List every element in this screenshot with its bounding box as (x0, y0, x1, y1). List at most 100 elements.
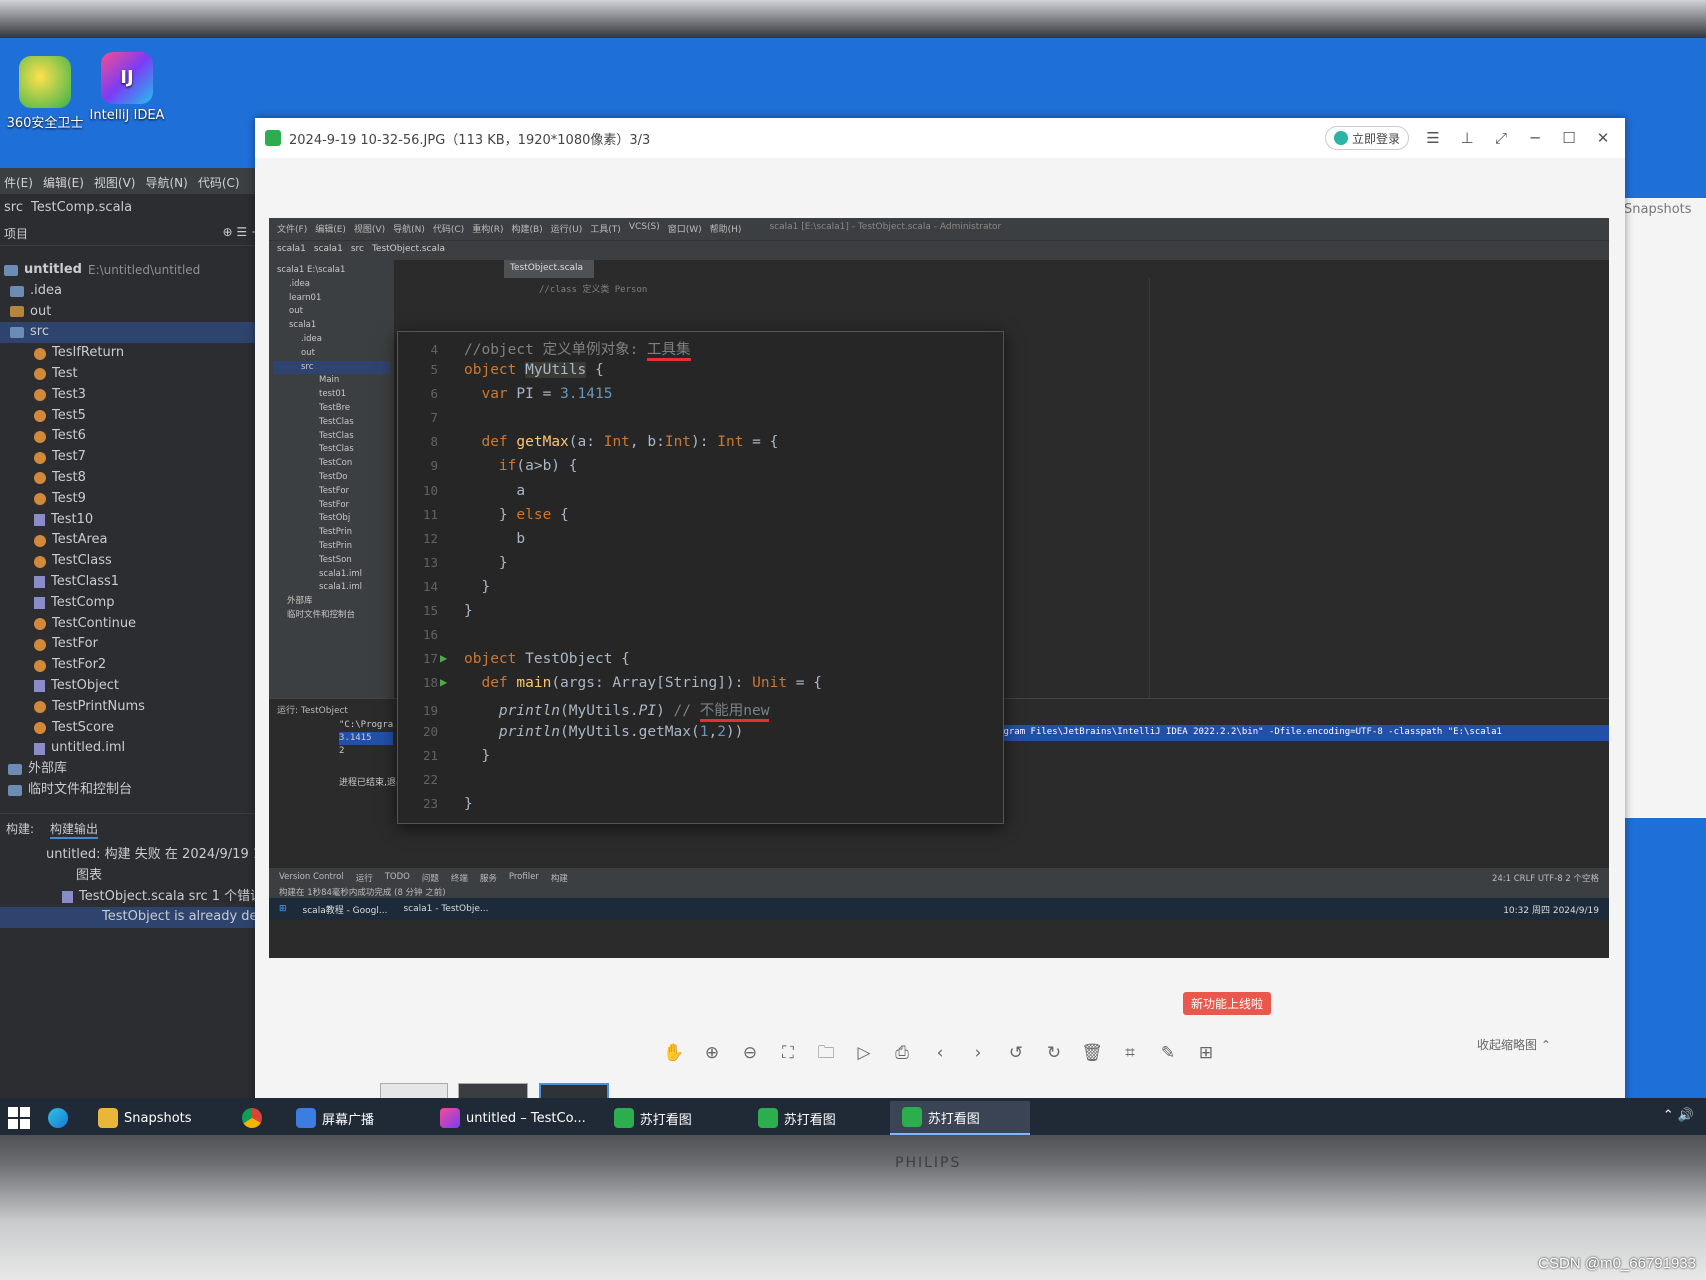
breadcrumb-item[interactable]: TestComp.scala (31, 200, 132, 215)
new-feature-badge[interactable]: 新功能上线啦 (1183, 992, 1272, 1015)
tree-item[interactable]: out (0, 302, 265, 323)
run-output-line: 3.1415 (339, 732, 394, 745)
prev-icon[interactable]: ‹ (928, 1041, 952, 1065)
code-line: 8 def getMax(a: Int, b:Int): Int = { (398, 434, 1003, 458)
monitor-bezel-top (0, 0, 1706, 40)
build-row-file[interactable]: TestObject.scala src 1 个错误 (0, 887, 265, 908)
tree-item[interactable]: Test3 (0, 385, 265, 406)
tree-item[interactable]: TestContinue (0, 614, 265, 635)
taskbar-button-label: 屏幕广播 (322, 1112, 375, 1128)
build-row-error[interactable]: TestObject is already defined (0, 907, 290, 929)
taskbar-button[interactable]: 苏打看图 (602, 1101, 742, 1135)
menu-item[interactable]: 代码(C) (198, 174, 240, 190)
inner-tree-item: scala1.iml (319, 582, 362, 593)
tree-item[interactable]: Test (0, 364, 265, 385)
taskbar-button[interactable]: untitled – TestCo... (428, 1101, 598, 1135)
login-button[interactable]: 立即登录 (1325, 126, 1410, 150)
build-row-failed[interactable]: untitled: 构建 失败 在 2024/9/19 11: (0, 845, 274, 866)
zoom-out-icon[interactable]: ⊖ (738, 1041, 762, 1065)
tree-item[interactable]: Test9 (0, 489, 265, 510)
run-command-line: =52324:C:\Program Files\JetBrains\Intell… (929, 725, 1609, 741)
delete-icon[interactable]: 🗑 (1080, 1041, 1104, 1065)
inner-menu-item: 视图(V) (353, 225, 386, 235)
line-number: 9 (430, 458, 438, 474)
taskbar-button[interactable]: 苏打看图 (889, 1101, 1030, 1135)
class-icon (34, 389, 46, 402)
tab-label: TestObject.scala (510, 263, 584, 273)
tree-item[interactable]: Test6 (0, 426, 265, 447)
tree-item[interactable]: Test10 (0, 510, 265, 531)
tree-item[interactable]: TestClass1 (0, 572, 265, 593)
print-icon[interactable]: ⎙ (890, 1041, 914, 1065)
menu-item[interactable]: 导航(N) (145, 174, 187, 190)
maximize-icon[interactable]: ☐ (1557, 126, 1581, 150)
windows-start-icon[interactable] (8, 1107, 30, 1129)
collapse-thumbnails-button[interactable]: 收起缩略图 ⌃ (1477, 1036, 1551, 1053)
edge-taskbar-button[interactable] (36, 1101, 80, 1135)
desktop-icon-360[interactable]: 360安全卫士 (0, 56, 90, 131)
menu-item[interactable]: 视图(V) (94, 174, 136, 190)
hand-icon[interactable]: ✋ (662, 1041, 686, 1065)
project-panel-title[interactable]: 项目 (4, 225, 28, 241)
tree-item[interactable]: TestComp (0, 593, 265, 614)
tree-item[interactable]: 临时文件和控制台 (0, 780, 265, 801)
pin-icon[interactable]: ⊥ (1455, 126, 1479, 150)
crop-icon[interactable]: ⌗ (1118, 1041, 1142, 1065)
code-text: } (464, 747, 491, 764)
rotate-right-icon[interactable]: ↻ (1042, 1041, 1066, 1065)
tree-item[interactable]: TestScore (0, 718, 265, 739)
rotate-left-icon[interactable]: ↺ (1004, 1041, 1028, 1065)
zoom-in-icon[interactable]: ⊕ (700, 1041, 724, 1065)
tree-item[interactable]: Test8 (0, 468, 265, 489)
tree-item[interactable]: TestFor2 (0, 655, 265, 676)
inner-menu-item: 构建(B) (511, 225, 543, 235)
code-line: 23} (398, 796, 1003, 820)
taskbar-button[interactable]: 屏幕广播 (284, 1101, 424, 1135)
tree-item[interactable]: src (0, 322, 265, 344)
inner-clock: 10:32 周四 2024/9/19 (1503, 905, 1599, 916)
build-output-tab[interactable]: 构建输出 (50, 820, 99, 839)
minimize-icon[interactable]: ─ (1523, 126, 1547, 150)
fullscreen-icon[interactable]: ⤢ (1489, 126, 1513, 150)
slideshow-icon[interactable]: ▷ (852, 1041, 876, 1065)
tree-item[interactable]: untitled E:\untitled\untitled (0, 260, 265, 281)
tree-item[interactable]: TestObject (0, 676, 265, 697)
menu-item[interactable]: 件(E) (4, 174, 33, 190)
build-row-chart[interactable]: 图表 (0, 866, 265, 887)
inner-status-bar: Version Control 运行 TODO 问题 终端 服务 Profiler 构建 24… (269, 868, 1609, 898)
tree-item[interactable]: 外部库 (0, 759, 265, 780)
taskbar-button[interactable]: Snapshots (86, 1101, 226, 1135)
tree-item[interactable]: .idea (0, 281, 265, 302)
code-line: 7 (398, 410, 1003, 434)
tree-item[interactable]: Test7 (0, 447, 265, 468)
run-gutter-icon[interactable]: ▶ (440, 675, 456, 689)
breadcrumb-item[interactable]: src (4, 200, 23, 215)
tree-item[interactable]: TestPrintNums (0, 697, 265, 718)
grid-icon[interactable]: ⊞ (1194, 1041, 1218, 1065)
tray-icons[interactable]: ⌃ 🔊 (1663, 1108, 1694, 1123)
desktop-icon-intellij[interactable]: IJ IntelliJ IDEA (82, 52, 172, 123)
folder-icon[interactable]: 🗀 (814, 1041, 838, 1065)
broadcast-icon (296, 1108, 316, 1128)
build-tab[interactable]: 构建: (6, 820, 34, 839)
edit-icon[interactable]: ✎ (1156, 1041, 1180, 1065)
taskbar-button[interactable]: 苏打看图 (746, 1101, 886, 1135)
tree-item[interactable]: TestFor (0, 634, 265, 655)
menu-icon[interactable]: ☰ (1421, 126, 1445, 150)
next-icon[interactable]: › (966, 1041, 990, 1065)
inner-menu-item: 工具(T) (590, 225, 621, 235)
menu-item[interactable]: 编辑(E) (43, 174, 84, 190)
fit-icon[interactable]: ⛶ (776, 1041, 800, 1065)
taskbar-button[interactable] (230, 1101, 280, 1135)
tree-item[interactable]: TesIfReturn (0, 343, 265, 364)
tree-item-label: Test7 (52, 449, 86, 465)
tree-item[interactable]: Test5 (0, 406, 265, 427)
class-icon (34, 493, 46, 506)
close-icon[interactable]: ✕ (1591, 126, 1615, 150)
code-text: def main(args: Array[String]): Unit = { (481, 675, 822, 692)
tree-item[interactable]: TestArea (0, 530, 265, 551)
run-gutter-icon[interactable]: ▶ (440, 651, 456, 665)
tree-item[interactable]: untitled.iml (0, 738, 265, 759)
tree-item[interactable]: TestClass (0, 551, 265, 572)
breadcrumb-item: TestObject.scala (371, 244, 446, 254)
